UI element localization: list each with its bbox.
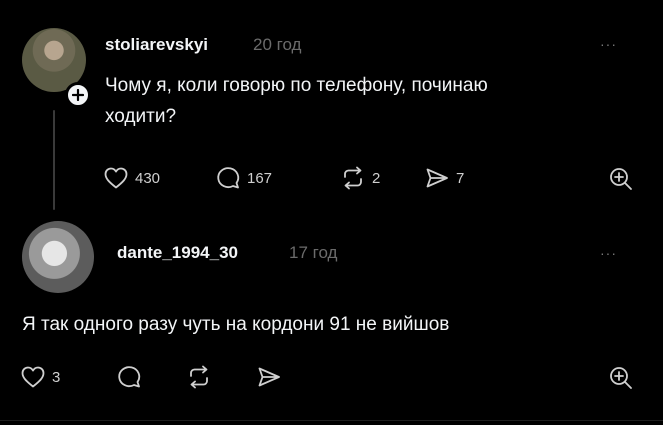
share-button[interactable]: 7: [424, 166, 464, 190]
add-search-icon: [610, 367, 632, 389]
heart-icon: [21, 366, 45, 388]
save-button[interactable]: [608, 166, 634, 192]
avatar[interactable]: [22, 221, 94, 293]
comment-button[interactable]: [116, 365, 142, 389]
post-time: 17 год: [289, 243, 338, 262]
more-options-button[interactable]: ···: [600, 245, 617, 261]
like-count: 430: [135, 169, 161, 187]
thread-line: [53, 110, 55, 210]
comment-button[interactable]: 167: [215, 166, 272, 190]
repost-button[interactable]: 2: [340, 166, 380, 190]
save-button[interactable]: [608, 365, 634, 391]
post-1: stoliarevskyi 20 год ··· Чому я, коли го…: [0, 0, 663, 215]
send-icon: [258, 367, 280, 387]
post-text-line-1: Чому я, коли говорю по телефону, починаю: [105, 75, 488, 96]
comment-bubble-icon: [118, 366, 141, 388]
post-text-line-1: Я так одного разу чуть на кордони 91 не …: [22, 314, 450, 335]
share-count: 7: [456, 169, 465, 187]
repost-icon: [190, 365, 208, 389]
post-2: dante_1994_30 17 год ··· Я так одного ра…: [0, 215, 663, 425]
comment-bubble-icon: [217, 167, 240, 189]
repost-count: 2: [372, 169, 381, 187]
share-button[interactable]: [256, 365, 282, 389]
repost-button[interactable]: [186, 365, 212, 389]
follow-button[interactable]: [65, 82, 91, 108]
post-time: 20 год: [253, 35, 302, 54]
like-button[interactable]: 430: [103, 166, 160, 190]
comment-count: 167: [247, 169, 273, 187]
username[interactable]: stoliarevskyi: [105, 35, 208, 55]
heart-icon: [104, 167, 128, 189]
like-count: 3: [52, 368, 61, 386]
username[interactable]: dante_1994_30: [117, 243, 238, 263]
more-options-button[interactable]: ···: [600, 36, 617, 52]
plus-icon: [72, 89, 84, 101]
add-search-icon: [610, 168, 632, 190]
send-icon: [426, 168, 448, 188]
repost-icon: [344, 166, 362, 190]
post-text-line-2: ходити?: [105, 106, 177, 127]
like-button[interactable]: 3: [20, 365, 60, 389]
bottom-divider: [0, 420, 663, 421]
